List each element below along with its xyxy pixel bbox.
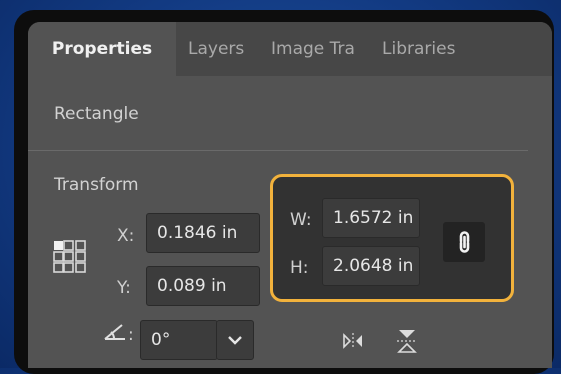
rotate-field[interactable]: 0° <box>140 320 218 360</box>
reference-point-icon[interactable] <box>53 240 95 282</box>
x-position-field[interactable]: 0.1846 in <box>146 213 260 253</box>
rotate-dropdown-button[interactable] <box>216 320 254 360</box>
flip-horizontal-icon[interactable] <box>342 332 364 350</box>
tab-properties[interactable]: Properties <box>28 22 176 76</box>
flip-vertical-icon[interactable] <box>396 328 418 354</box>
panel-tab-bar: Properties Layers Image Tra Libraries <box>28 22 552 76</box>
x-label: X: <box>117 226 135 246</box>
y-label: Y: <box>117 278 131 298</box>
tab-libraries[interactable]: Libraries <box>382 22 455 76</box>
section-divider <box>28 150 528 151</box>
tab-image-trace[interactable]: Image Tra <box>271 22 355 76</box>
width-field[interactable]: 1.6572 in <box>322 198 420 238</box>
height-label: H: <box>290 258 309 278</box>
object-type-label: Rectangle <box>54 104 139 124</box>
rotate-colon: : <box>128 325 134 345</box>
width-label: W: <box>290 210 312 230</box>
rotate-angle-icon <box>104 324 125 340</box>
properties-panel: Properties Layers Image Tra Libraries Re… <box>28 22 552 368</box>
tab-layers[interactable]: Layers <box>188 22 244 76</box>
constrain-proportions-button[interactable] <box>443 222 485 262</box>
height-field[interactable]: 2.0648 in <box>322 246 420 286</box>
transform-title: Transform <box>54 175 139 195</box>
chain-link-icon <box>459 231 470 253</box>
chevron-down-icon <box>228 336 242 345</box>
y-position-field[interactable]: 0.089 in <box>146 266 260 306</box>
